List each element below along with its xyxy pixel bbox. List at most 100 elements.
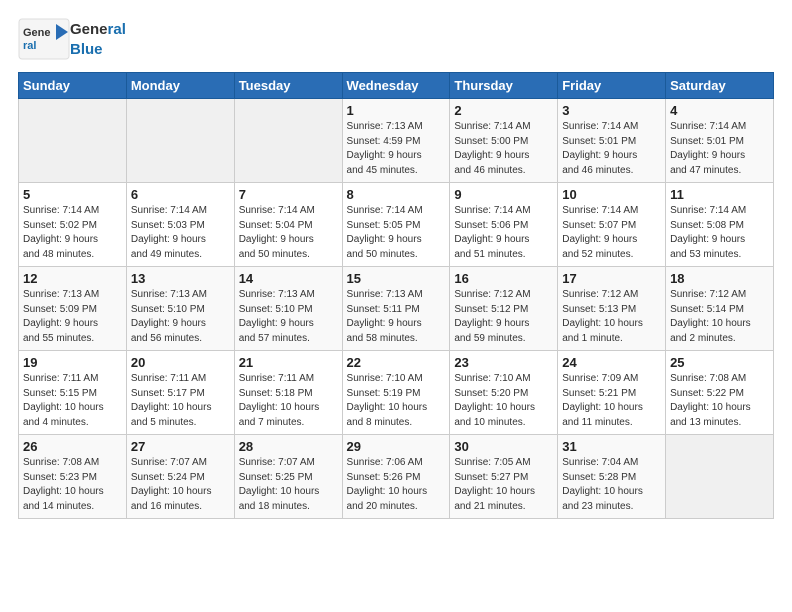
- day-number: 5: [23, 187, 122, 202]
- logo-svg: Gene ral: [18, 18, 70, 60]
- header: Gene ral General Blue: [18, 18, 774, 60]
- day-info: Sunrise: 7:14 AMSunset: 5:08 PMDaylight:…: [670, 204, 769, 262]
- day-cell: 26 Sunrise: 7:08 AMSunset: 5:23 PMDayligh…: [19, 435, 127, 519]
- day-info: Sunrise: 7:11 AMSunset: 5:17 PMDaylight:…: [131, 372, 230, 430]
- day-info: Sunrise: 7:10 AMSunset: 5:19 PMDaylight:…: [347, 372, 446, 430]
- day-cell: 12 Sunrise: 7:13 AMSunset: 5:09 PMDayligh…: [19, 267, 127, 351]
- day-info: Sunrise: 7:11 AMSunset: 5:18 PMDaylight:…: [239, 372, 338, 430]
- day-number: 24: [562, 355, 661, 370]
- day-number: 8: [347, 187, 446, 202]
- day-cell: 31 Sunrise: 7:04 AMSunset: 5:28 PMDayligh…: [558, 435, 666, 519]
- day-info: Sunrise: 7:05 AMSunset: 5:27 PMDaylight:…: [454, 456, 553, 514]
- day-info: Sunrise: 7:14 AMSunset: 5:03 PMDaylight:…: [131, 204, 230, 262]
- day-cell: 15 Sunrise: 7:13 AMSunset: 5:11 PMDayligh…: [342, 267, 450, 351]
- day-number: 27: [131, 439, 230, 454]
- day-number: 15: [347, 271, 446, 286]
- day-number: 13: [131, 271, 230, 286]
- day-number: 21: [239, 355, 338, 370]
- day-cell: 22 Sunrise: 7:10 AMSunset: 5:19 PMDayligh…: [342, 351, 450, 435]
- day-cell: 18Sunrise: 7:12 AMSunset: 5:14 PMDayligh…: [666, 267, 774, 351]
- day-number: 25: [670, 355, 769, 370]
- day-info: Sunrise: 7:14 AMSunset: 5:06 PMDaylight:…: [454, 204, 553, 262]
- day-number: 28: [239, 439, 338, 454]
- svg-text:Gene: Gene: [23, 27, 51, 39]
- weekday-header-sunday: Sunday: [19, 73, 127, 99]
- svg-text:ral: ral: [23, 40, 36, 52]
- day-number: 22: [347, 355, 446, 370]
- day-info: Sunrise: 7:14 AMSunset: 5:07 PMDaylight:…: [562, 204, 661, 262]
- day-cell: [126, 99, 234, 183]
- day-cell: 3 Sunrise: 7:14 AMSunset: 5:01 PMDaylight…: [558, 99, 666, 183]
- day-info: Sunrise: 7:14 AMSunset: 5:00 PMDaylight:…: [454, 120, 553, 178]
- day-cell: 20Sunrise: 7:11 AMSunset: 5:17 PMDayligh…: [126, 351, 234, 435]
- day-cell: 13 Sunrise: 7:13 AMSunset: 5:10 PMDayligh…: [126, 267, 234, 351]
- weekday-header-tuesday: Tuesday: [234, 73, 342, 99]
- day-info: Sunrise: 7:04 AMSunset: 5:28 PMDaylight:…: [562, 456, 661, 514]
- day-info: Sunrise: 7:13 AMSunset: 5:10 PMDaylight:…: [239, 288, 338, 346]
- day-info: Sunrise: 7:13 AMSunset: 5:09 PMDaylight:…: [23, 288, 122, 346]
- day-cell: 4 Sunrise: 7:14 AMSunset: 5:01 PMDaylight…: [666, 99, 774, 183]
- logo-blue: Blue: [70, 41, 103, 58]
- week-row-4: 19Sunrise: 7:11 AMSunset: 5:15 PMDayligh…: [19, 351, 774, 435]
- day-info: Sunrise: 7:14 AMSunset: 5:01 PMDaylight:…: [562, 120, 661, 178]
- day-info: Sunrise: 7:14 AMSunset: 5:01 PMDaylight:…: [670, 120, 769, 178]
- logo: Gene ral General Blue: [18, 18, 126, 60]
- day-info: Sunrise: 7:13 AMSunset: 5:11 PMDaylight:…: [347, 288, 446, 346]
- day-number: 12: [23, 271, 122, 286]
- weekday-header-friday: Friday: [558, 73, 666, 99]
- calendar-table: SundayMondayTuesdayWednesdayThursdayFrid…: [18, 72, 774, 519]
- day-info: Sunrise: 7:14 AMSunset: 5:02 PMDaylight:…: [23, 204, 122, 262]
- page: Gene ral General Blue SundayMondayTuesda…: [0, 0, 792, 529]
- day-info: Sunrise: 7:06 AMSunset: 5:26 PMDaylight:…: [347, 456, 446, 514]
- weekday-header-saturday: Saturday: [666, 73, 774, 99]
- day-info: Sunrise: 7:08 AMSunset: 5:23 PMDaylight:…: [23, 456, 122, 514]
- day-info: Sunrise: 7:10 AMSunset: 5:20 PMDaylight:…: [454, 372, 553, 430]
- day-cell: 14Sunrise: 7:13 AMSunset: 5:10 PMDayligh…: [234, 267, 342, 351]
- day-cell: 28 Sunrise: 7:07 AMSunset: 5:25 PMDayligh…: [234, 435, 342, 519]
- day-cell: [234, 99, 342, 183]
- day-info: Sunrise: 7:07 AMSunset: 5:25 PMDaylight:…: [239, 456, 338, 514]
- weekday-header-wednesday: Wednesday: [342, 73, 450, 99]
- day-number: 4: [670, 103, 769, 118]
- week-row-2: 5 Sunrise: 7:14 AMSunset: 5:02 PMDaylight…: [19, 183, 774, 267]
- day-cell: 23Sunrise: 7:10 AMSunset: 5:20 PMDayligh…: [450, 351, 558, 435]
- day-cell: 24 Sunrise: 7:09 AMSunset: 5:21 PMDayligh…: [558, 351, 666, 435]
- day-number: 2: [454, 103, 553, 118]
- day-info: Sunrise: 7:09 AMSunset: 5:21 PMDaylight:…: [562, 372, 661, 430]
- day-number: 26: [23, 439, 122, 454]
- day-cell: 29Sunrise: 7:06 AMSunset: 5:26 PMDayligh…: [342, 435, 450, 519]
- day-number: 11: [670, 187, 769, 202]
- day-cell: 7 Sunrise: 7:14 AMSunset: 5:04 PMDaylight…: [234, 183, 342, 267]
- day-info: Sunrise: 7:11 AMSunset: 5:15 PMDaylight:…: [23, 372, 122, 430]
- day-cell: 11 Sunrise: 7:14 AMSunset: 5:08 PMDayligh…: [666, 183, 774, 267]
- day-cell: 27 Sunrise: 7:07 AMSunset: 5:24 PMDayligh…: [126, 435, 234, 519]
- day-info: Sunrise: 7:13 AMSunset: 5:10 PMDaylight:…: [131, 288, 230, 346]
- day-info: Sunrise: 7:14 AMSunset: 5:04 PMDaylight:…: [239, 204, 338, 262]
- week-row-5: 26 Sunrise: 7:08 AMSunset: 5:23 PMDayligh…: [19, 435, 774, 519]
- day-cell: 2 Sunrise: 7:14 AMSunset: 5:00 PMDaylight…: [450, 99, 558, 183]
- day-number: 6: [131, 187, 230, 202]
- day-number: 17: [562, 271, 661, 286]
- weekday-header-thursday: Thursday: [450, 73, 558, 99]
- day-number: 30: [454, 439, 553, 454]
- day-number: 3: [562, 103, 661, 118]
- week-row-3: 12 Sunrise: 7:13 AMSunset: 5:09 PMDayligh…: [19, 267, 774, 351]
- day-info: Sunrise: 7:08 AMSunset: 5:22 PMDaylight:…: [670, 372, 769, 430]
- day-cell: 25 Sunrise: 7:08 AMSunset: 5:22 PMDayligh…: [666, 351, 774, 435]
- day-cell: 19Sunrise: 7:11 AMSunset: 5:15 PMDayligh…: [19, 351, 127, 435]
- day-number: 7: [239, 187, 338, 202]
- day-number: 1: [347, 103, 446, 118]
- day-info: Sunrise: 7:13 AMSunset: 4:59 PMDaylight:…: [347, 120, 446, 178]
- day-info: Sunrise: 7:07 AMSunset: 5:24 PMDaylight:…: [131, 456, 230, 514]
- day-cell: 17Sunrise: 7:12 AMSunset: 5:13 PMDayligh…: [558, 267, 666, 351]
- day-cell: 9Sunrise: 7:14 AMSunset: 5:06 PMDaylight…: [450, 183, 558, 267]
- day-cell: 30 Sunrise: 7:05 AMSunset: 5:27 PMDayligh…: [450, 435, 558, 519]
- day-cell: 8Sunrise: 7:14 AMSunset: 5:05 PMDaylight…: [342, 183, 450, 267]
- day-cell: [19, 99, 127, 183]
- day-number: 31: [562, 439, 661, 454]
- day-cell: 10 Sunrise: 7:14 AMSunset: 5:07 PMDayligh…: [558, 183, 666, 267]
- logo-text: General Blue: [70, 19, 126, 59]
- day-cell: 5 Sunrise: 7:14 AMSunset: 5:02 PMDaylight…: [19, 183, 127, 267]
- day-number: 10: [562, 187, 661, 202]
- day-cell: 21 Sunrise: 7:11 AMSunset: 5:18 PMDayligh…: [234, 351, 342, 435]
